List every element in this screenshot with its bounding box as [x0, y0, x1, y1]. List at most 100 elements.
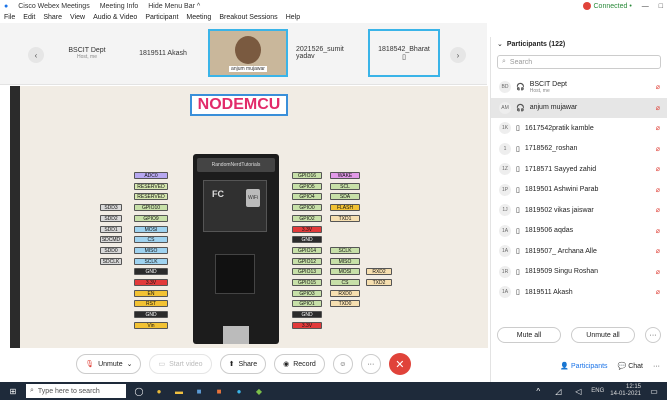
menu-bar: File Edit Share View Audio & Video Parti…: [0, 12, 667, 23]
video-tile-active-speaker[interactable]: anjum mujawar: [208, 29, 288, 77]
mic-muted-icon[interactable]: ⌀: [656, 165, 660, 173]
menu-help[interactable]: Help: [286, 14, 300, 21]
file-explorer-icon[interactable]: ▬: [172, 384, 186, 398]
mic-muted-icon[interactable]: ⌀: [656, 104, 660, 112]
participant-search-input[interactable]: ⌕ Search: [497, 55, 661, 69]
taskbar-search-input[interactable]: ⌕ Type here to search: [26, 384, 126, 398]
camera-icon: ▭: [158, 361, 166, 368]
esp-module: FC WiFi: [203, 180, 267, 232]
participants-header[interactable]: ⌄ Participants (122): [491, 37, 667, 51]
pin-label: GPIO4: [292, 193, 322, 201]
pin-label: GPIO10: [134, 204, 168, 212]
shared-content-area: NODEMCU RandomNerdTutorials FC WiFi SDD3…: [10, 86, 488, 348]
hide-menu-button[interactable]: Hide Menu Bar ^: [148, 3, 200, 10]
phone-icon: ▯: [516, 145, 520, 153]
more-icon[interactable]: ···: [653, 363, 660, 370]
menu-participant[interactable]: Participant: [145, 14, 178, 21]
maximize-icon[interactable]: □: [659, 3, 663, 10]
participant-name-block: 1819506 aqdas: [525, 227, 651, 234]
video-prev-button[interactable]: ‹: [28, 47, 44, 63]
video-tile[interactable]: 2021526_sumit yadav: [296, 31, 362, 75]
participant-name: anjum mujawar: [529, 104, 578, 112]
menu-share[interactable]: Share: [43, 14, 62, 21]
mic-muted-icon[interactable]: ⌀: [656, 124, 660, 132]
minimize-icon[interactable]: —: [642, 3, 649, 10]
mic-muted-icon[interactable]: ⌀: [656, 227, 660, 235]
menu-meeting[interactable]: Meeting: [186, 14, 211, 21]
record-button[interactable]: ◉ Record: [274, 354, 325, 374]
participant-row[interactable]: 1K ▯ 1617542pratik kamble ⌀: [491, 118, 667, 139]
notification-icon[interactable]: ▭: [647, 384, 661, 398]
pin-label: GPIO14: [292, 246, 322, 254]
network-icon[interactable]: ◿: [551, 384, 565, 398]
participant-row[interactable]: 1P ▯ 1819501 Ashwini Parab ⌀: [491, 180, 667, 201]
tab-participants[interactable]: 👤 Participants: [560, 362, 607, 370]
webex-icon[interactable]: ●: [232, 384, 246, 398]
headset-icon: 🎧: [516, 84, 525, 92]
mic-muted-icon[interactable]: ⌀: [656, 186, 660, 194]
participant-row[interactable]: 1J ▯ 1819502 vikas jaiswar ⌀: [491, 200, 667, 221]
slide-title: NODEMCU: [190, 94, 288, 116]
participant-row[interactable]: 1A ▯ 1819506 aqdas ⌀: [491, 221, 667, 242]
usb-chip: [215, 254, 255, 294]
participant-row[interactable]: 1Z ▯ 1718571 Sayyed zahid ⌀: [491, 159, 667, 180]
pin-label: FLASH: [330, 204, 360, 212]
app-icon[interactable]: ◆: [252, 384, 266, 398]
pin-label: SDCMD: [100, 236, 122, 244]
share-button[interactable]: ⬆ Share: [219, 354, 267, 374]
video-tile[interactable]: BSCIT Dept Host, me: [54, 31, 120, 75]
reactions-button[interactable]: ☺: [332, 354, 353, 374]
pin-label: SDD0: [100, 246, 122, 254]
meeting-info-button[interactable]: Meeting Info: [100, 3, 139, 10]
tray-expand-icon[interactable]: ^: [531, 384, 545, 398]
more-icon[interactable]: ···: [645, 327, 661, 343]
participant-row[interactable]: BD 🎧 BSCIT Dept Host, me ⌀: [491, 77, 667, 98]
mic-muted-icon: 🎙: [85, 361, 95, 368]
mic-muted-icon[interactable]: ⌀: [656, 83, 660, 91]
menu-edit[interactable]: Edit: [23, 14, 35, 21]
avatar: 1P: [499, 183, 511, 196]
mute-all-button[interactable]: Mute all: [497, 327, 561, 343]
app-icon[interactable]: ■: [212, 384, 226, 398]
video-next-button[interactable]: ›: [450, 47, 466, 63]
pin-label: GND: [292, 236, 322, 244]
start-video-button[interactable]: ▭ Start video: [149, 354, 212, 374]
volume-icon[interactable]: ◁: [571, 384, 585, 398]
pin-label: GPIO1: [292, 300, 322, 308]
more-options-button[interactable]: ···: [360, 354, 381, 374]
video-tile[interactable]: 1819511 Akash: [130, 31, 196, 75]
participant-name-block: 1819509 Singu Roshan: [525, 268, 651, 275]
mic-muted-icon[interactable]: ⌀: [656, 206, 660, 214]
chevron-down-icon: ⌄: [497, 41, 503, 48]
video-tile-selected[interactable]: 1818542_Bharat ▯: [368, 29, 440, 77]
participant-row[interactable]: 1R ▯ 1819509 Singu Roshan ⌀: [491, 262, 667, 283]
app-icon[interactable]: ■: [192, 384, 206, 398]
task-view-icon[interactable]: ◯: [132, 384, 146, 398]
mic-muted-icon[interactable]: ⌀: [656, 145, 660, 153]
windows-start-icon[interactable]: ⊞: [6, 384, 20, 398]
clock[interactable]: 12:15 14-01-2021: [610, 384, 641, 398]
mic-muted-icon[interactable]: ⌀: [656, 268, 660, 276]
language-indicator[interactable]: ENG: [591, 388, 604, 394]
phone-icon: ▯: [516, 125, 520, 133]
connection-status[interactable]: Connected •: [582, 2, 632, 10]
mic-muted-icon[interactable]: ⌀: [656, 288, 660, 296]
participant-row[interactable]: 1A ▯ 1819511 Akash ⌀: [491, 282, 667, 303]
menu-file[interactable]: File: [4, 14, 15, 21]
chrome-icon[interactable]: ●: [152, 384, 166, 398]
tab-chat[interactable]: 💬 Chat: [618, 362, 643, 370]
menu-view[interactable]: View: [70, 14, 85, 21]
menu-breakout[interactable]: Breakout Sessions: [219, 14, 277, 21]
menu-audio-video[interactable]: Audio & Video: [93, 14, 137, 21]
chevron-down-icon: ⌄: [126, 361, 133, 368]
participant-name: 1819507_ Archana Alle: [524, 247, 597, 255]
unmute-button[interactable]: 🎙 Unmute ⌄: [76, 354, 142, 374]
end-meeting-button[interactable]: ✕: [388, 353, 411, 375]
participant-row[interactable]: AM 🎧 anjum mujawar ⌀: [491, 97, 667, 118]
mic-muted-icon[interactable]: ⌀: [656, 247, 660, 255]
unmute-all-button[interactable]: Unmute all: [571, 327, 635, 343]
participant-name: 1819509 Singu Roshan: [524, 268, 599, 276]
pin-label: GPIO15: [292, 279, 322, 286]
participant-row[interactable]: 1A ▯ 1819507_ Archana Alle ⌀: [491, 241, 667, 262]
participant-row[interactable]: 1 ▯ 1718562_roshan ⌀: [491, 139, 667, 160]
